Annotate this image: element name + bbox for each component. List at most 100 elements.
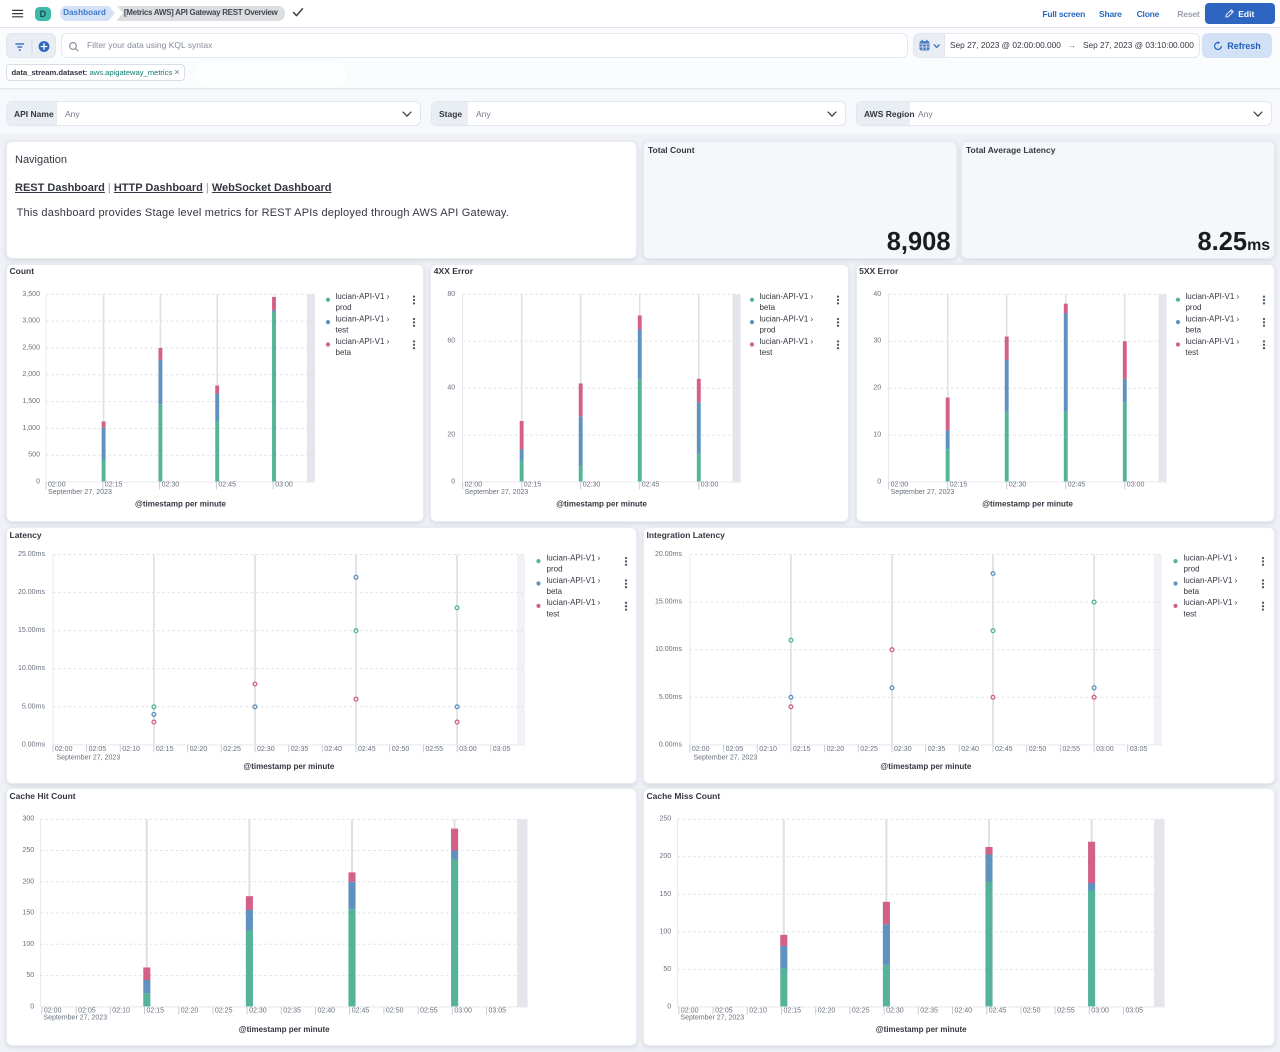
svg-text:02:15: 02:15 [105, 481, 123, 488]
svg-text:0: 0 [36, 478, 40, 485]
svg-text:03:00: 03:00 [454, 1008, 472, 1015]
svg-text:03:00: 03:00 [1096, 746, 1114, 753]
svg-text:500: 500 [28, 451, 40, 458]
svg-text:lucian-API-V1 ›: lucian-API-V1 › [336, 336, 390, 345]
svg-text:02:10: 02:10 [759, 746, 777, 753]
svg-text:40: 40 [873, 290, 881, 297]
svg-text:0.00ms: 0.00ms [659, 741, 683, 748]
svg-text:02:05: 02:05 [78, 1008, 96, 1015]
svg-text:0.00ms: 0.00ms [22, 741, 46, 748]
svg-text:@timestamp per minute: @timestamp per minute [239, 1025, 330, 1034]
svg-text:beta: beta [1185, 325, 1201, 334]
svg-text:3,000: 3,000 [22, 317, 40, 324]
svg-text:lucian-API-V1 ›: lucian-API-V1 › [760, 291, 814, 300]
svg-text:02:10: 02:10 [112, 1008, 130, 1015]
svg-text:02:10: 02:10 [749, 1008, 767, 1015]
svg-text:September 27, 2023: September 27, 2023 [693, 754, 757, 761]
svg-text:beta: beta [1184, 587, 1200, 596]
svg-text:02:00: 02:00 [44, 1008, 62, 1015]
svg-text:2,000: 2,000 [22, 371, 40, 378]
svg-text:lucian-API-V1 ›: lucian-API-V1 › [1184, 553, 1238, 562]
svg-text:250: 250 [659, 816, 671, 823]
svg-text:lucian-API-V1 ›: lucian-API-V1 › [336, 291, 390, 300]
svg-text:0: 0 [30, 1004, 34, 1011]
svg-text:40: 40 [448, 384, 456, 391]
svg-text:20: 20 [873, 384, 881, 391]
svg-text:02:40: 02:40 [324, 746, 342, 753]
svg-text:0: 0 [667, 1004, 671, 1011]
svg-text:1,000: 1,000 [22, 424, 40, 431]
svg-text:02:35: 02:35 [928, 746, 946, 753]
svg-text:lucian-API-V1 ›: lucian-API-V1 › [547, 576, 601, 585]
svg-text:2,500: 2,500 [22, 344, 40, 351]
svg-text:test: test [336, 325, 350, 334]
svg-text:02:25: 02:25 [215, 1008, 233, 1015]
svg-text:02:45: 02:45 [1067, 481, 1085, 488]
svg-text:02:05: 02:05 [89, 746, 107, 753]
svg-text:prod: prod [760, 325, 776, 334]
svg-text:@timestamp per minute: @timestamp per minute [243, 762, 334, 771]
svg-text:20.00ms: 20.00ms [18, 589, 46, 596]
svg-text:20: 20 [448, 431, 456, 438]
svg-text:beta: beta [547, 587, 563, 596]
svg-text:02:30: 02:30 [583, 481, 601, 488]
svg-text:200: 200 [659, 854, 671, 861]
svg-text:prod: prod [1184, 564, 1200, 573]
svg-text:150: 150 [659, 891, 671, 898]
svg-text:@timestamp per minute: @timestamp per minute [876, 1025, 967, 1034]
svg-text:@timestamp per minute: @timestamp per minute [880, 762, 971, 771]
svg-text:@timestamp per minute: @timestamp per minute [982, 499, 1073, 508]
svg-text:30: 30 [873, 337, 881, 344]
svg-text:lucian-API-V1 ›: lucian-API-V1 › [1185, 291, 1239, 300]
svg-text:0: 0 [452, 478, 456, 485]
svg-text:02:05: 02:05 [726, 746, 744, 753]
svg-text:20.00ms: 20.00ms [655, 551, 683, 558]
svg-text:10: 10 [873, 431, 881, 438]
svg-text:02:55: 02:55 [1062, 746, 1080, 753]
svg-text:10.00ms: 10.00ms [18, 665, 46, 672]
svg-text:03:00: 03:00 [701, 481, 719, 488]
svg-text:02:50: 02:50 [1023, 1008, 1041, 1015]
svg-text:lucian-API-V1 ›: lucian-API-V1 › [760, 336, 814, 345]
svg-text:02:50: 02:50 [392, 746, 410, 753]
svg-text:test: test [547, 609, 561, 618]
svg-text:03:05: 03:05 [1130, 746, 1148, 753]
svg-text:September 27, 2023: September 27, 2023 [680, 1015, 744, 1022]
svg-text:beta: beta [760, 303, 776, 312]
svg-text:lucian-API-V1 ›: lucian-API-V1 › [336, 314, 390, 323]
svg-text:02:25: 02:25 [852, 1008, 870, 1015]
svg-text:02:40: 02:40 [955, 1008, 973, 1015]
svg-text:02:00: 02:00 [48, 481, 66, 488]
svg-text:02:30: 02:30 [257, 746, 275, 753]
svg-text:10.00ms: 10.00ms [655, 646, 683, 653]
svg-text:02:45: 02:45 [358, 746, 376, 753]
svg-text:02:10: 02:10 [122, 746, 140, 753]
svg-text:lucian-API-V1 ›: lucian-API-V1 › [1184, 576, 1238, 585]
svg-text:80: 80 [448, 290, 456, 297]
svg-text:03:00: 03:00 [275, 481, 293, 488]
svg-text:02:45: 02:45 [642, 481, 660, 488]
svg-text:02:15: 02:15 [793, 746, 811, 753]
svg-text:1,500: 1,500 [22, 398, 40, 405]
svg-text:02:30: 02:30 [894, 746, 912, 753]
svg-text:test: test [760, 347, 774, 356]
svg-text:02:00: 02:00 [890, 481, 908, 488]
svg-text:02:25: 02:25 [223, 746, 241, 753]
svg-text:September 27, 2023: September 27, 2023 [56, 754, 120, 761]
svg-text:prod: prod [547, 564, 563, 573]
svg-text:02:20: 02:20 [827, 746, 845, 753]
svg-text:02:30: 02:30 [886, 1008, 904, 1015]
svg-text:prod: prod [1185, 303, 1201, 312]
svg-text:50: 50 [663, 966, 671, 973]
svg-text:60: 60 [448, 337, 456, 344]
svg-text:02:15: 02:15 [949, 481, 967, 488]
svg-text:03:00: 03:00 [1126, 481, 1144, 488]
svg-text:02:15: 02:15 [156, 746, 174, 753]
svg-text:0: 0 [877, 478, 881, 485]
svg-text:lucian-API-V1 ›: lucian-API-V1 › [1185, 336, 1239, 345]
svg-text:September 27, 2023: September 27, 2023 [465, 488, 529, 495]
svg-text:150: 150 [22, 910, 34, 917]
svg-text:50: 50 [26, 972, 34, 979]
svg-text:02:45: 02:45 [352, 1008, 370, 1015]
svg-text:5.00ms: 5.00ms [22, 703, 46, 710]
